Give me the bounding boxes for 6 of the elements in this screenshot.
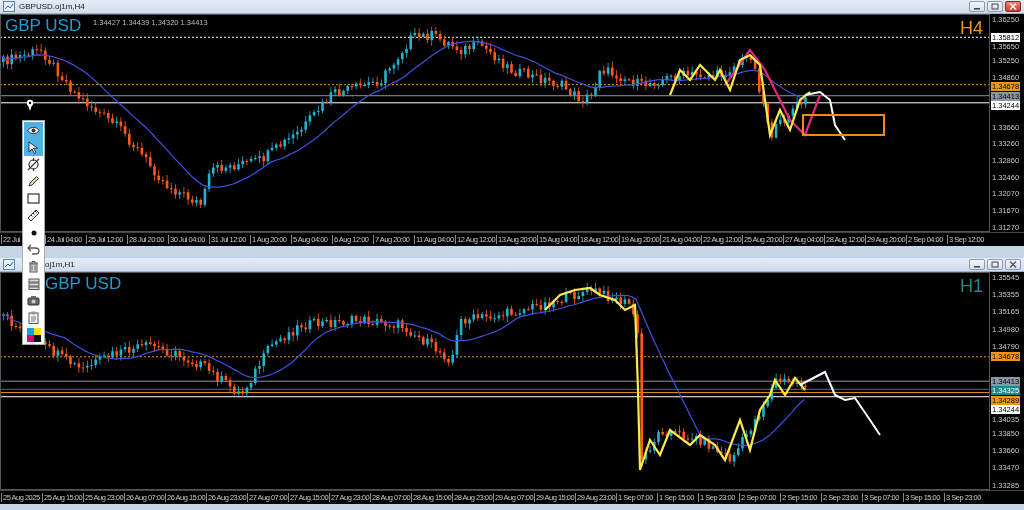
timeframe-label: H1	[960, 276, 983, 297]
symbol-label: GBP USD	[5, 16, 82, 36]
window-title: GBPUSD.oj1m,H4	[19, 2, 85, 11]
window-title: oj1m,H1	[45, 260, 75, 269]
symbol-label: GBP USD	[45, 274, 122, 294]
timeframe-label: H4	[960, 18, 983, 39]
